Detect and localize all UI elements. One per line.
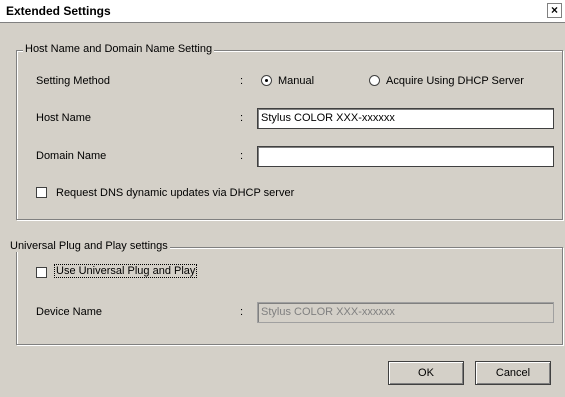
manual-radio[interactable] — [261, 75, 272, 86]
domain-name-label: Domain Name — [36, 150, 107, 162]
title-bar: Extended Settings × — [0, 0, 565, 23]
manual-radio-dot — [265, 79, 268, 82]
close-icon[interactable]: × — [547, 3, 562, 18]
upnp-checkbox[interactable] — [36, 267, 47, 278]
setting-method-label: Setting Method — [36, 75, 110, 87]
host-name-label: Host Name — [36, 112, 92, 124]
upnp-checkbox-label[interactable]: Use Universal Plug and Play — [54, 264, 198, 278]
device-name-label: Device Name — [36, 306, 103, 318]
host-name-input[interactable]: Stylus COLOR XXX-xxxxxx — [257, 108, 554, 129]
device-name-input: Stylus COLOR XXX-xxxxxx — [257, 302, 554, 323]
ok-button[interactable]: OK — [388, 361, 464, 385]
device-name-colon: : — [240, 306, 244, 318]
dns-updates-label[interactable]: Request DNS dynamic updates via DHCP ser… — [56, 187, 294, 199]
dhcp-radio[interactable] — [369, 75, 380, 86]
dialog-title: Extended Settings — [6, 4, 111, 18]
host-domain-group: Host Name and Domain Name Setting Settin… — [16, 43, 563, 220]
dhcp-radio-label[interactable]: Acquire Using DHCP Server — [386, 75, 524, 87]
upnp-group-legend: Universal Plug and Play settings — [8, 240, 170, 252]
setting-method-colon: : — [240, 75, 244, 87]
domain-name-colon: : — [240, 150, 244, 162]
extended-settings-dialog: Extended Settings × Host Name and Domain… — [0, 0, 565, 397]
domain-name-input[interactable] — [257, 146, 554, 167]
host-domain-group-legend: Host Name and Domain Name Setting — [23, 43, 215, 55]
cancel-button[interactable]: Cancel — [475, 361, 551, 385]
dns-updates-checkbox[interactable] — [36, 187, 47, 198]
host-name-colon: : — [240, 112, 244, 124]
upnp-group: Universal Plug and Play settings Use Uni… — [8, 240, 563, 345]
upnp-checkbox-label-text: Use Universal Plug and Play — [54, 264, 198, 278]
manual-radio-label[interactable]: Manual — [278, 75, 314, 87]
